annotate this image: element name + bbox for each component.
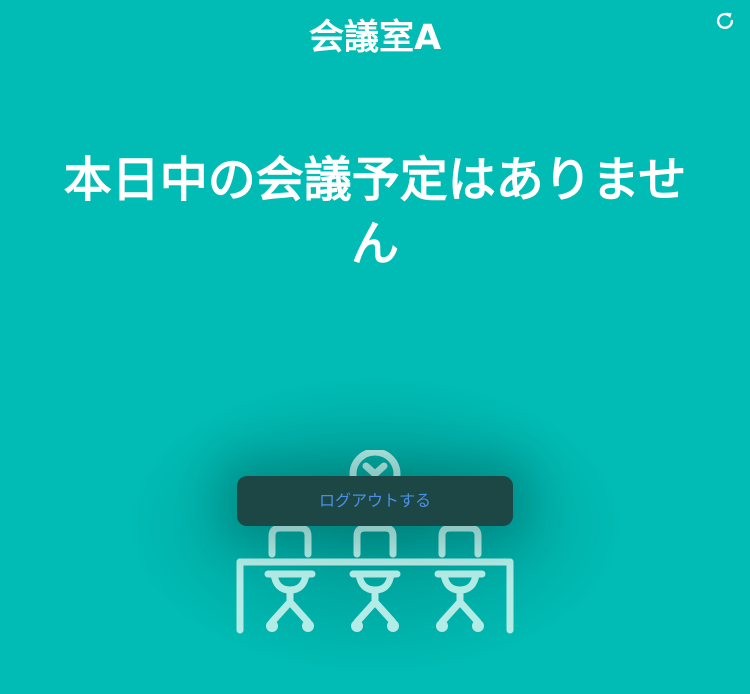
logout-button[interactable]: ログアウトする: [237, 476, 513, 526]
room-title: 会議室A: [308, 18, 442, 58]
no-meetings-message: 本日中の会議予定はありません: [63, 152, 687, 272]
refresh-button[interactable]: [714, 10, 736, 32]
refresh-icon: [716, 12, 734, 30]
